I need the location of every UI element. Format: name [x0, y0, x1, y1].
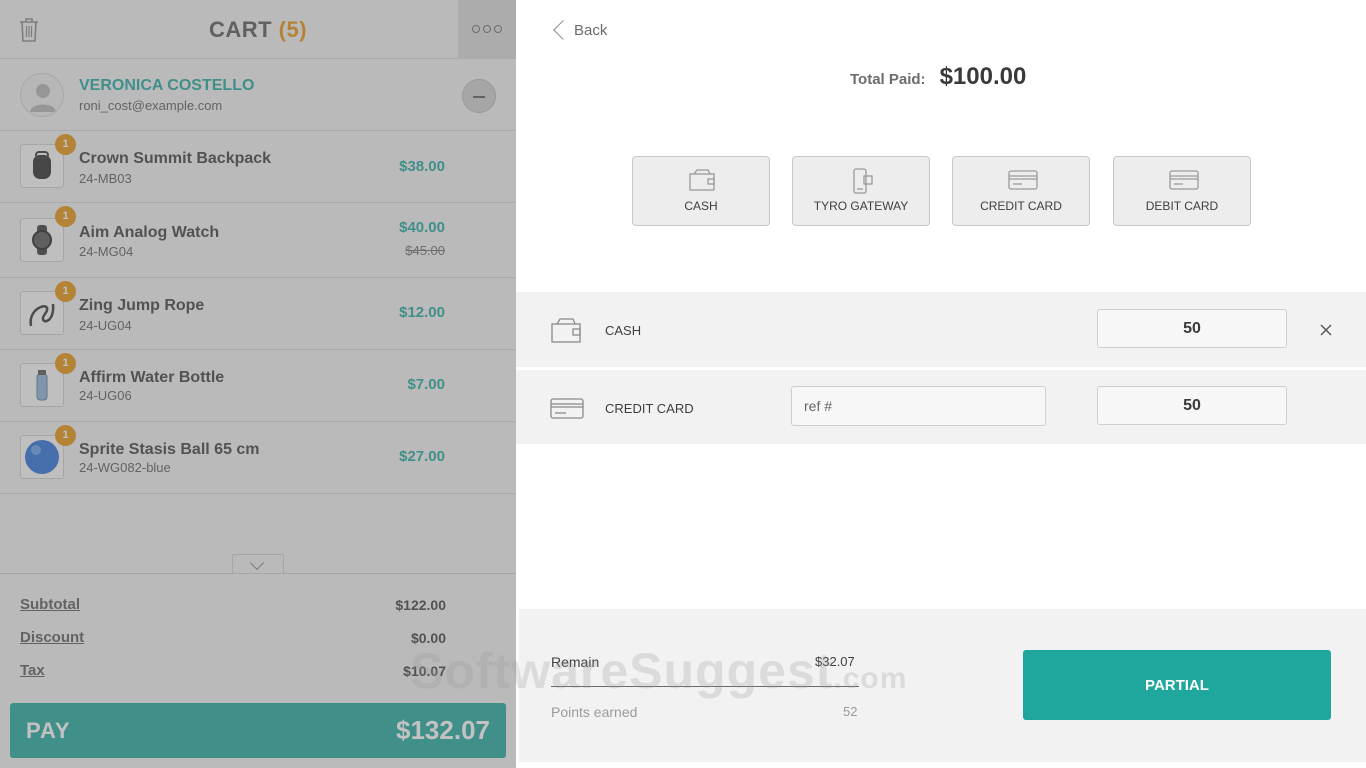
summary-divider [551, 686, 859, 687]
item-sku: 24-MB03 [79, 171, 132, 186]
tax-label[interactable]: Tax [20, 662, 45, 679]
credit-card-icon [550, 396, 584, 424]
remain-label: Remain [551, 654, 600, 670]
pay-amount: $132.07 [396, 715, 490, 745]
item-name: Affirm Water Bottle [79, 369, 225, 386]
item-price: $27.00 [399, 448, 445, 465]
cart-item[interactable]: 1 Affirm Water Bottle 24-UG06 $7.00 [0, 350, 516, 422]
cart-panel: CART (5) VERONICA COSTELLO roni_cost@exa… [0, 0, 516, 768]
payment-method-cash[interactable]: CASH [632, 156, 770, 226]
payment-row-cash: CASH [516, 292, 1366, 367]
collapse-totals-button[interactable] [232, 554, 284, 574]
cart-title: CART (5) [0, 17, 516, 43]
item-original-price: $45.00 [405, 243, 445, 258]
close-icon[interactable] [1319, 323, 1333, 337]
method-label: CREDIT CARD [980, 199, 1062, 213]
points-earned-value: 52 [843, 704, 858, 719]
subtotal-label[interactable]: Subtotal [20, 596, 80, 613]
item-name: Aim Analog Watch [79, 224, 220, 241]
method-label: TYRO GATEWAY [813, 199, 909, 213]
wallet-icon [688, 168, 716, 192]
totals-divider [0, 573, 516, 574]
cart-header: CART (5) [0, 0, 516, 59]
quantity-badge: 1 [55, 134, 76, 155]
total-paid-value: $100.00 [939, 63, 1027, 90]
item-name: Zing Jump Rope [79, 297, 205, 314]
method-label: CASH [684, 199, 718, 213]
item-price: $38.00 [399, 158, 445, 175]
total-paid: Total Paid: $100.00 [850, 63, 1026, 91]
item-sku: 24-WG082-blue [79, 460, 171, 475]
total-paid-label: Total Paid: [850, 71, 926, 88]
cart-item[interactable]: 1 Aim Analog Watch 24-MG04 $40.00 $45.00 [0, 203, 516, 278]
debit-card-icon [1169, 168, 1199, 192]
payment-summary: Remain $32.07 Points earned 52 PARTIAL [519, 609, 1366, 762]
payment-method-credit-card[interactable]: CREDIT CARD [952, 156, 1090, 226]
discount-label[interactable]: Discount [20, 629, 84, 646]
reference-input[interactable] [791, 386, 1046, 426]
cash-amount-input[interactable] [1097, 309, 1287, 348]
credit-card-amount-input[interactable] [1097, 386, 1287, 425]
item-sku: 24-UG06 [79, 388, 132, 403]
customer-name: VERONICA COSTELLO [79, 77, 255, 94]
customer-row[interactable]: VERONICA COSTELLO roni_cost@example.com [0, 59, 516, 131]
item-price: $40.00 [399, 219, 445, 236]
remove-customer-button[interactable] [462, 79, 496, 113]
back-label: Back [574, 21, 608, 39]
item-price: $7.00 [407, 376, 445, 393]
points-earned-label: Points earned [551, 704, 638, 720]
product-thumbnail [20, 218, 64, 262]
tax-value: $10.07 [403, 663, 446, 679]
item-name: Crown Summit Backpack [79, 150, 272, 167]
cart-item[interactable]: 1 Crown Summit Backpack 24-MB03 $38.00 [0, 131, 516, 203]
method-label: DEBIT CARD [1145, 199, 1219, 213]
chevron-left-icon [552, 18, 566, 42]
quantity-badge: 1 [55, 353, 76, 374]
pay-button[interactable]: PAY $132.07 [10, 703, 506, 758]
remain-value: $32.07 [815, 654, 855, 669]
discount-value: $0.00 [410, 630, 446, 646]
mobile-terminal-icon [848, 168, 876, 194]
avatar [20, 73, 64, 117]
subtotal-value: $122.00 [395, 597, 446, 613]
back-button[interactable]: Back [552, 18, 607, 42]
cart-item[interactable]: 1 Zing Jump Rope 24-UG04 $12.00 [0, 278, 516, 350]
payment-method-debit-card[interactable]: DEBIT CARD [1113, 156, 1251, 226]
item-sku: 24-MG04 [79, 244, 134, 259]
payment-row-label: CREDIT CARD [605, 401, 694, 416]
quantity-badge: 1 [55, 206, 76, 227]
wallet-icon [550, 316, 582, 344]
cart-count: (5) [278, 17, 308, 42]
more-options-button[interactable] [458, 0, 516, 58]
quantity-badge: 1 [55, 281, 76, 302]
item-price: $12.00 [399, 304, 445, 321]
customer-email: roni_cost@example.com [79, 98, 223, 113]
item-name: Sprite Stasis Ball 65 cm [79, 441, 260, 458]
quantity-badge: 1 [55, 425, 76, 446]
cart-title-label: CART [208, 17, 273, 42]
payment-method-tyro[interactable]: TYRO GATEWAY [792, 156, 930, 226]
cart-item[interactable]: 1 Sprite Stasis Ball 65 cm 24-WG082-blue… [0, 422, 516, 494]
partial-button[interactable]: PARTIAL [1023, 650, 1331, 720]
payment-row-credit-card: CREDIT CARD [516, 368, 1366, 444]
payment-row-label: CASH [605, 323, 642, 338]
credit-card-icon [1008, 168, 1038, 192]
item-sku: 24-UG04 [79, 318, 132, 333]
pay-label: PAY [26, 718, 71, 743]
more-icon [472, 25, 480, 33]
